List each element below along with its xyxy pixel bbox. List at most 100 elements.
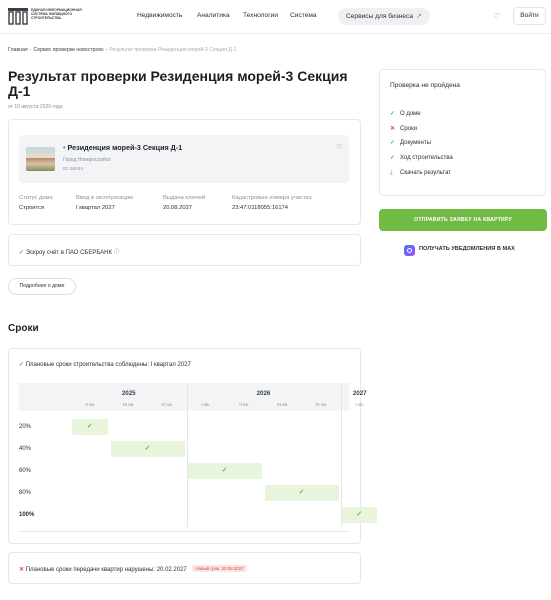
download-icon: ⤓ [390, 170, 393, 176]
quarter-label: IV кв. [161, 403, 174, 408]
check-item-1: ✓ О доме [390, 110, 530, 125]
stat-label: Выдача ключей [163, 195, 206, 201]
house-name-text: Резиденция морей-3 Секция Д-1 [67, 143, 183, 152]
stat-label: Ввод в эксплуатацию [76, 195, 134, 201]
download-result-link[interactable]: ⤓ Скачать результат [390, 170, 530, 185]
check-item-label: Скачать результат [400, 170, 452, 176]
progress-label: 60% [19, 468, 32, 474]
stat-value: 23:47:0118055:16174 [232, 205, 288, 211]
business-services-button[interactable]: Сервисы для бизнеса ↗ [338, 8, 430, 25]
terms-section-title: Сроки [8, 323, 39, 334]
stat-value: 20.08.2027 [163, 205, 193, 211]
house-thumbnail [26, 147, 55, 171]
breadcrumb-service[interactable]: Сервис проверки новостроек [33, 47, 103, 53]
check-icon: ✓ [19, 250, 25, 256]
favorite-heart-icon[interactable]: ♡ [336, 143, 342, 151]
eisgs-logo-icon[interactable] [8, 8, 28, 25]
arrow-up-right-icon: ↗ [416, 13, 422, 20]
check-item-label: Документы [400, 140, 431, 146]
check-result-panel: Проверка не пройдена ✓ О доме ✕ Сроки ✓ Докум… [379, 69, 546, 196]
stat-value: I квартал 2027 [76, 205, 115, 211]
info-icon[interactable]: ⓘ [114, 250, 120, 256]
house-summary[interactable]: • Резиденция морей-3 Секция Д-1 Город Нов… [19, 135, 349, 183]
house-name: • Резиденция морей-3 Секция Д-1 [63, 143, 182, 152]
send-request-button[interactable]: ОТПРАВИТЬ ЗАЯВКУ НА КВАРТИРУ [379, 209, 547, 231]
progress-label: 40% [19, 446, 32, 452]
quarter-label: II кв. [85, 403, 96, 408]
breadcrumb-current: Результат проверки Резиденция морей-3 Се… [109, 47, 237, 53]
escrow-card: ✓ Эскроу счёт в ПАО СБЕРБАНК ⓘ [8, 234, 361, 266]
progress-label: 100% [19, 512, 35, 518]
check-icon: ✓ [19, 362, 25, 368]
logo-text[interactable]: Единая информационная система жилищного … [31, 8, 91, 21]
page-title: Результат проверки Резиденция морей-3 Се… [8, 68, 348, 99]
max-notifications-link[interactable]: ПОЛУЧАТЬ УВЕДОМЛЕНИЯ В MAX [419, 246, 515, 252]
cross-icon: ✕ [19, 567, 25, 573]
progress-bar: ✓ [110, 441, 185, 457]
house-city: Город Новороссийск [63, 157, 111, 163]
construction-note-text: Плановые сроки строительства соблюдены: … [25, 362, 191, 368]
escrow-row: ✓ Эскроу счёт в ПАО СБЕРБАНК ⓘ [19, 247, 120, 256]
transfer-note: ✕ Плановые сроки передачи квартир наруше… [19, 565, 247, 573]
new-date-badge: Новый срок: 20.08.2027 [192, 565, 247, 572]
check-item-2: ✕ Сроки [390, 125, 530, 140]
status-dot-icon: • [63, 143, 66, 152]
transfer-note-text: Плановые сроки передачи квартир нарушены… [25, 567, 187, 573]
timeline-bottom-line [19, 531, 349, 532]
stat-cadastral: Кадастровые номера участка 23:47:0118055… [232, 195, 312, 211]
progress-timeline: 2025 2026 2027 II кв. III кв. IV кв. I кв. II к… [19, 383, 377, 535]
nav-item-analytics[interactable]: Аналитика [197, 12, 230, 19]
quarter-label: III кв. [123, 403, 135, 408]
breadcrumb-home[interactable]: Главная [8, 47, 28, 53]
year-label: 2027 [352, 390, 367, 397]
progress-label: 80% [19, 490, 32, 496]
max-messenger-icon [404, 245, 415, 256]
year-label: 2026 [256, 390, 271, 397]
business-services-label: Сервисы для бизнеса [346, 13, 414, 20]
progress-bar: ✓ [264, 485, 339, 501]
page-date: от 10 августа 2026 года [8, 104, 63, 110]
progress-bar: ✓ [341, 507, 377, 523]
quarter-label: I кв. [355, 403, 365, 408]
year-label: 2025 [121, 390, 136, 397]
stat-commissioning: Ввод в эксплуатацию I квартал 2027 [76, 195, 133, 211]
check-result-title: Проверка не пройдена [390, 82, 460, 89]
house-id: ID: 58434 [63, 166, 83, 171]
stat-status: Статус дома Строится [19, 195, 53, 211]
quarter-label: I кв. [201, 403, 211, 408]
check-result-list: ✓ О доме ✕ Сроки ✓ Документы ✓ Ход строительств… [390, 110, 530, 185]
nav-item-realty[interactable]: Недвижимость [137, 12, 182, 19]
check-item-label: О доме [400, 111, 421, 117]
check-item-label: Сроки [400, 125, 417, 132]
stat-keys: Выдача ключей 20.08.2027 [163, 195, 205, 211]
stat-label: Статус дома [19, 195, 53, 201]
progress-label: 20% [19, 424, 32, 430]
top-header: Единая информационная система жилищного … [0, 0, 551, 34]
nav-item-technologies[interactable]: Технологии [243, 12, 278, 19]
terms-card: ✓ Плановые сроки строительства соблюдены… [8, 348, 377, 544]
stat-label: Кадастровые номера участка [232, 195, 312, 201]
check-item-label: Ход строительства [400, 154, 453, 161]
house-card: • Резиденция морей-3 Секция Д-1 Город Нов… [8, 119, 361, 225]
quarter-label: IV кв. [315, 403, 328, 408]
cross-icon: ✕ [390, 125, 396, 132]
breadcrumb-separator-icon: › [29, 47, 32, 53]
construction-note: ✓ Плановые сроки строительства соблюдены… [19, 361, 191, 368]
quarter-label: II кв. [239, 403, 250, 408]
progress-bar: ✓ [72, 419, 108, 435]
year-divider [340, 383, 342, 527]
check-icon: ✓ [390, 140, 396, 146]
login-button[interactable]: Войти [513, 7, 546, 25]
progress-bar: ✓ [187, 463, 262, 479]
favorites-heart-icon[interactable]: ♡ [493, 12, 500, 21]
more-about-house-button[interactable]: Подробнее о доме [8, 278, 76, 295]
nav-item-system[interactable]: Система [290, 12, 317, 19]
check-item-4: ✓ Ход строительства [390, 154, 530, 169]
year-divider [186, 383, 188, 527]
quarter-label: III кв. [277, 403, 289, 408]
transfer-card: ✕ Плановые сроки передачи квартир наруше… [8, 552, 361, 584]
check-item-3: ✓ Документы [390, 139, 530, 154]
breadcrumb: Главная › Сервис проверки новостроек › Резул… [8, 47, 237, 53]
stat-value: Строится [19, 205, 45, 211]
breadcrumb-separator-icon: › [105, 47, 108, 53]
